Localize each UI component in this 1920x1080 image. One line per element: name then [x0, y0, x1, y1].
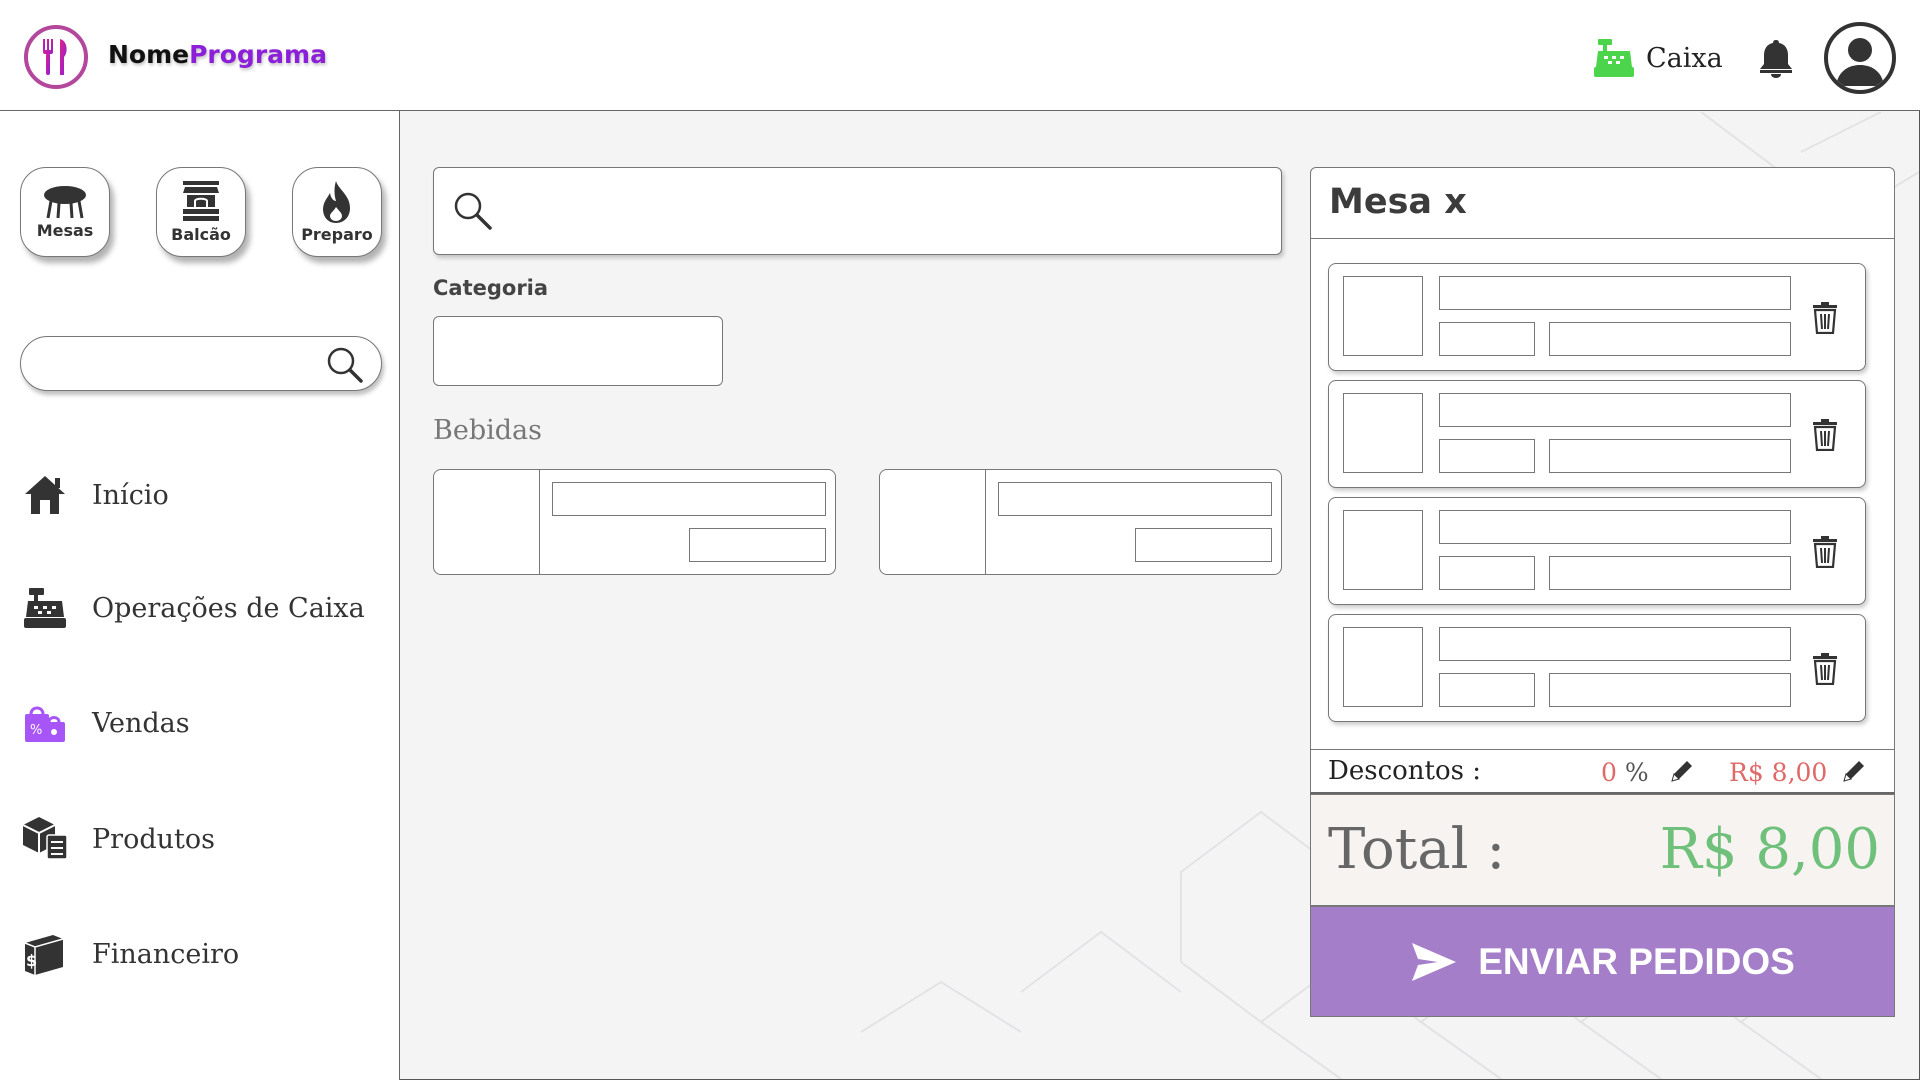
- trash-icon[interactable]: [1812, 419, 1838, 451]
- item-image-placeholder: [1343, 627, 1423, 707]
- sidebar-item-operacoes-caixa[interactable]: Operações de Caixa: [20, 583, 365, 633]
- item-image-placeholder: [1343, 393, 1423, 473]
- item-price-placeholder: [1549, 439, 1791, 473]
- send-orders-button[interactable]: ENVIAR PEDIDOS: [1310, 906, 1895, 1017]
- item-qty-placeholder: [1439, 556, 1535, 590]
- product-name-placeholder: [998, 482, 1272, 516]
- sidebar-item-inicio[interactable]: Início: [20, 470, 169, 520]
- quick-button-label: Mesas: [36, 220, 94, 240]
- product-price-placeholder: [689, 528, 826, 562]
- sidebar-item-financeiro[interactable]: $ Financeiro: [20, 929, 239, 979]
- svg-text:%: %: [30, 723, 42, 738]
- sidebar-item-label: Produtos: [92, 823, 215, 855]
- product-name-placeholder: [552, 482, 826, 516]
- item-name-placeholder: [1439, 627, 1791, 661]
- wallet-icon: $: [20, 929, 70, 979]
- caixa-button[interactable]: Caixa: [1594, 38, 1723, 78]
- item-qty-placeholder: [1439, 322, 1535, 356]
- sidebar-search-input[interactable]: [20, 336, 382, 391]
- quick-button-label: Balcão: [171, 224, 231, 244]
- fire-icon: [323, 180, 350, 223]
- sidebar-item-label: Vendas: [92, 707, 190, 739]
- item-price-placeholder: [1549, 556, 1791, 590]
- search-icon: [327, 347, 363, 383]
- order-items-list[interactable]: [1310, 238, 1895, 750]
- app-brand: NomePrograma: [108, 40, 327, 69]
- sidebar-item-label: Início: [92, 479, 169, 511]
- quick-button-mesas[interactable]: Mesas: [20, 167, 110, 257]
- order-item[interactable]: [1328, 380, 1866, 488]
- quick-button-preparo[interactable]: Preparo: [292, 167, 382, 257]
- top-header: NomePrograma Caixa: [0, 0, 1920, 111]
- sidebar-item-label: Operações de Caixa: [92, 592, 365, 624]
- order-item[interactable]: [1328, 497, 1866, 605]
- caixa-label: Caixa: [1646, 42, 1723, 74]
- user-avatar-icon[interactable]: [1824, 22, 1896, 94]
- order-panel: Mesa x Descontos: 0 % R$ 8,00 Total: R…: [1310, 167, 1895, 1017]
- product-card[interactable]: [879, 469, 1282, 575]
- pencil-icon[interactable]: [1841, 758, 1867, 784]
- total-label: Total :: [1328, 817, 1506, 882]
- item-name-placeholder: [1439, 510, 1791, 544]
- fork-knife-icon[interactable]: [24, 25, 88, 89]
- product-price-placeholder: [1135, 528, 1272, 562]
- sidebar-item-label: Financeiro: [92, 938, 240, 970]
- order-header: Mesa x: [1310, 167, 1895, 239]
- category-label: Categoria: [433, 276, 549, 300]
- item-qty-placeholder: [1439, 673, 1535, 707]
- order-item[interactable]: [1328, 614, 1866, 722]
- bell-icon[interactable]: [1758, 38, 1794, 82]
- item-price-placeholder: [1549, 673, 1791, 707]
- product-image-placeholder: [434, 470, 540, 574]
- quick-button-balcao[interactable]: Balcão: [156, 167, 246, 257]
- discount-row: Descontos : 0 % R$ 8,00: [1310, 749, 1895, 794]
- boxes-icon: [20, 814, 70, 864]
- category-select[interactable]: [433, 316, 723, 386]
- sidebar-item-vendas[interactable]: % Vendas: [20, 698, 190, 748]
- item-name-placeholder: [1439, 276, 1791, 310]
- percent-sign: %: [1624, 758, 1649, 787]
- table-icon: [44, 185, 86, 218]
- section-title: Bebidas: [433, 415, 542, 446]
- discount-amount: R$ 8,00: [1729, 758, 1828, 787]
- item-price-placeholder: [1549, 322, 1791, 356]
- product-image-placeholder: [880, 470, 986, 574]
- order-title: Mesa x: [1329, 182, 1467, 222]
- item-name-placeholder: [1439, 393, 1791, 427]
- counter-icon: [183, 180, 219, 221]
- quick-button-label: Preparo: [301, 224, 373, 244]
- search-icon: [454, 192, 492, 230]
- brand-name-part2: Programa: [189, 40, 327, 69]
- total-row: Total : R$ 8,00: [1310, 794, 1895, 906]
- total-value: R$ 8,00: [1659, 817, 1880, 882]
- order-item[interactable]: [1328, 263, 1866, 371]
- brand-name-part1: Nome: [108, 40, 190, 69]
- item-qty-placeholder: [1439, 439, 1535, 473]
- shopping-bags-icon: %: [20, 698, 70, 748]
- sidebar-item-produtos[interactable]: Produtos: [20, 814, 215, 864]
- trash-icon[interactable]: [1812, 536, 1838, 568]
- item-image-placeholder: [1343, 510, 1423, 590]
- discount-label: Descontos :: [1328, 756, 1482, 786]
- send-icon: [1412, 942, 1457, 981]
- discount-percent-value: 0: [1601, 758, 1617, 787]
- sidebar: Mesas Balcão Preparo Início Operações de…: [0, 111, 400, 1080]
- cash-register-icon: [1594, 39, 1634, 77]
- send-orders-label: ENVIAR PEDIDOS: [1478, 940, 1795, 982]
- home-icon: [20, 470, 70, 520]
- svg-text:$: $: [26, 951, 37, 970]
- item-image-placeholder: [1343, 276, 1423, 356]
- trash-icon[interactable]: [1812, 653, 1838, 685]
- pencil-icon[interactable]: [1669, 758, 1695, 784]
- discount-percent: 0 %: [1601, 758, 1649, 787]
- product-card[interactable]: [433, 469, 836, 575]
- product-search-input[interactable]: [433, 167, 1282, 255]
- cash-register-icon: [20, 583, 70, 633]
- trash-icon[interactable]: [1812, 302, 1838, 334]
